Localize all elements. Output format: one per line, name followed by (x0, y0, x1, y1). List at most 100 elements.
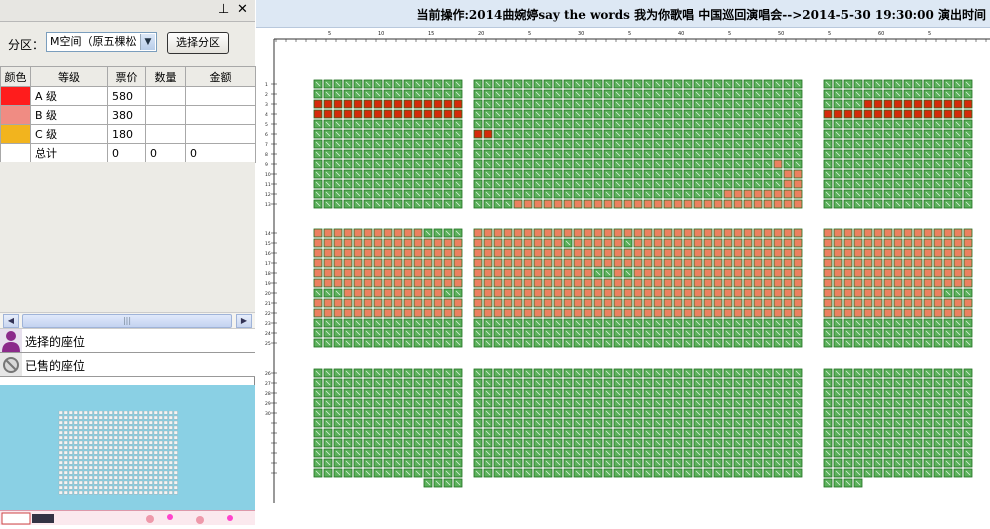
seat (644, 269, 652, 277)
seat (434, 259, 442, 267)
chevron-down-icon[interactable]: ▼ (140, 34, 155, 50)
seat (554, 180, 562, 188)
seat (794, 110, 802, 118)
seat (874, 429, 882, 437)
row-label: 1 (265, 82, 268, 88)
scroll-right-icon[interactable]: ▶ (236, 314, 252, 328)
seat (874, 130, 882, 138)
seat (674, 140, 682, 148)
overview-seat (79, 451, 83, 454)
seat (584, 80, 592, 88)
seat (434, 309, 442, 317)
seat (674, 80, 682, 88)
seat (314, 150, 322, 158)
seat (404, 150, 412, 158)
seat (484, 120, 492, 128)
seat (624, 459, 632, 467)
close-icon[interactable]: ✕ (237, 2, 248, 18)
seat (324, 90, 332, 98)
ad-banner[interactable] (0, 510, 255, 525)
seat (714, 329, 722, 337)
seat (794, 289, 802, 297)
seat (754, 259, 762, 267)
seat (344, 419, 352, 427)
seat (714, 200, 722, 208)
seat (964, 90, 972, 98)
seat (924, 379, 932, 387)
seat (604, 80, 612, 88)
seat (854, 319, 862, 327)
seat (924, 309, 932, 317)
seat (484, 200, 492, 208)
table-row[interactable]: A 级 580 (1, 87, 256, 106)
seat (744, 229, 752, 237)
seat (744, 180, 752, 188)
overview-seat (119, 416, 123, 419)
overview-seat (144, 461, 148, 464)
seat (954, 399, 962, 407)
venue-overview-map[interactable] (0, 385, 255, 510)
seat (524, 329, 532, 337)
seat (954, 170, 962, 178)
seat (314, 170, 322, 178)
seat (664, 140, 672, 148)
scroll-left-icon[interactable]: ◀ (3, 314, 19, 328)
seat (764, 269, 772, 277)
seat (374, 319, 382, 327)
seat (494, 229, 502, 237)
overview-seat (64, 411, 68, 414)
seat (704, 130, 712, 138)
seat (834, 319, 842, 327)
overview-seat (99, 481, 103, 484)
seat (864, 140, 872, 148)
ruler-label: 60 (878, 31, 884, 37)
pin-icon[interactable]: ⊥ (218, 2, 229, 18)
seat (394, 449, 402, 457)
seat (474, 379, 482, 387)
seat (664, 90, 672, 98)
seat (864, 249, 872, 257)
seat (874, 409, 882, 417)
seat (444, 309, 452, 317)
horizontal-scrollbar[interactable]: ◀ ||| ▶ (0, 312, 255, 329)
seat (874, 120, 882, 128)
zone-dropdown[interactable]: M空间（原五棵松 ▼ (46, 32, 157, 52)
seat (844, 170, 852, 178)
overview-seat (69, 451, 73, 454)
overview-seat (174, 411, 178, 414)
overview-seat (94, 431, 98, 434)
seat (374, 160, 382, 168)
seat (324, 429, 332, 437)
overview-seat (139, 451, 143, 454)
select-zone-button[interactable]: 选择分区 (167, 32, 229, 54)
scrollbar-thumb[interactable]: ||| (22, 314, 232, 328)
overview-seat (119, 466, 123, 469)
seat (944, 429, 952, 437)
seat (704, 399, 712, 407)
seat (664, 120, 672, 128)
seat (824, 369, 832, 377)
seat (774, 229, 782, 237)
row-label: 29 (265, 401, 271, 407)
seat (484, 339, 492, 347)
seat (494, 339, 502, 347)
seat (684, 140, 692, 148)
seat (724, 289, 732, 297)
seat (834, 369, 842, 377)
seat (524, 90, 532, 98)
seat (604, 409, 612, 417)
seat (834, 269, 842, 277)
seat (364, 389, 372, 397)
seat (724, 299, 732, 307)
seat (494, 249, 502, 257)
seat (764, 190, 772, 198)
table-row[interactable]: C 级 180 (1, 125, 256, 144)
table-row[interactable]: B 级 380 (1, 106, 256, 125)
seat (404, 449, 412, 457)
seat (874, 150, 882, 158)
overview-seat (69, 446, 73, 449)
seat (784, 399, 792, 407)
seat-map[interactable]: 5101520530540550560512345678910111213141… (256, 28, 990, 525)
seat (624, 110, 632, 118)
seat (474, 449, 482, 457)
